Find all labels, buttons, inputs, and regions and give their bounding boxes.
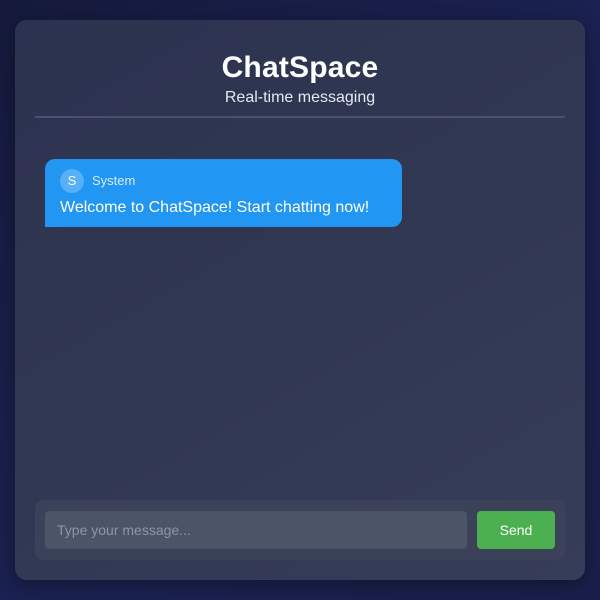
message-text: Welcome to ChatSpace! Start chatting now… — [60, 199, 370, 216]
message-sender: System — [92, 173, 136, 188]
chat-app-window: ChatSpace Real-time messaging S System W… — [15, 20, 585, 580]
app-subtitle: Real-time messaging — [224, 89, 376, 106]
app-title: ChatSpace — [221, 51, 379, 84]
avatar: S — [60, 169, 84, 193]
messages-list[interactable]: S System Welcome to ChatSpace! Start cha… — [15, 120, 585, 498]
message-item: S System Welcome to ChatSpace! Start cha… — [45, 159, 402, 227]
chat-header: ChatSpace Real-time messaging — [15, 20, 585, 118]
message-composer: Send — [35, 500, 565, 560]
send-button[interactable]: Send — [477, 511, 555, 549]
message-input[interactable] — [45, 511, 467, 549]
header-divider — [35, 116, 565, 118]
